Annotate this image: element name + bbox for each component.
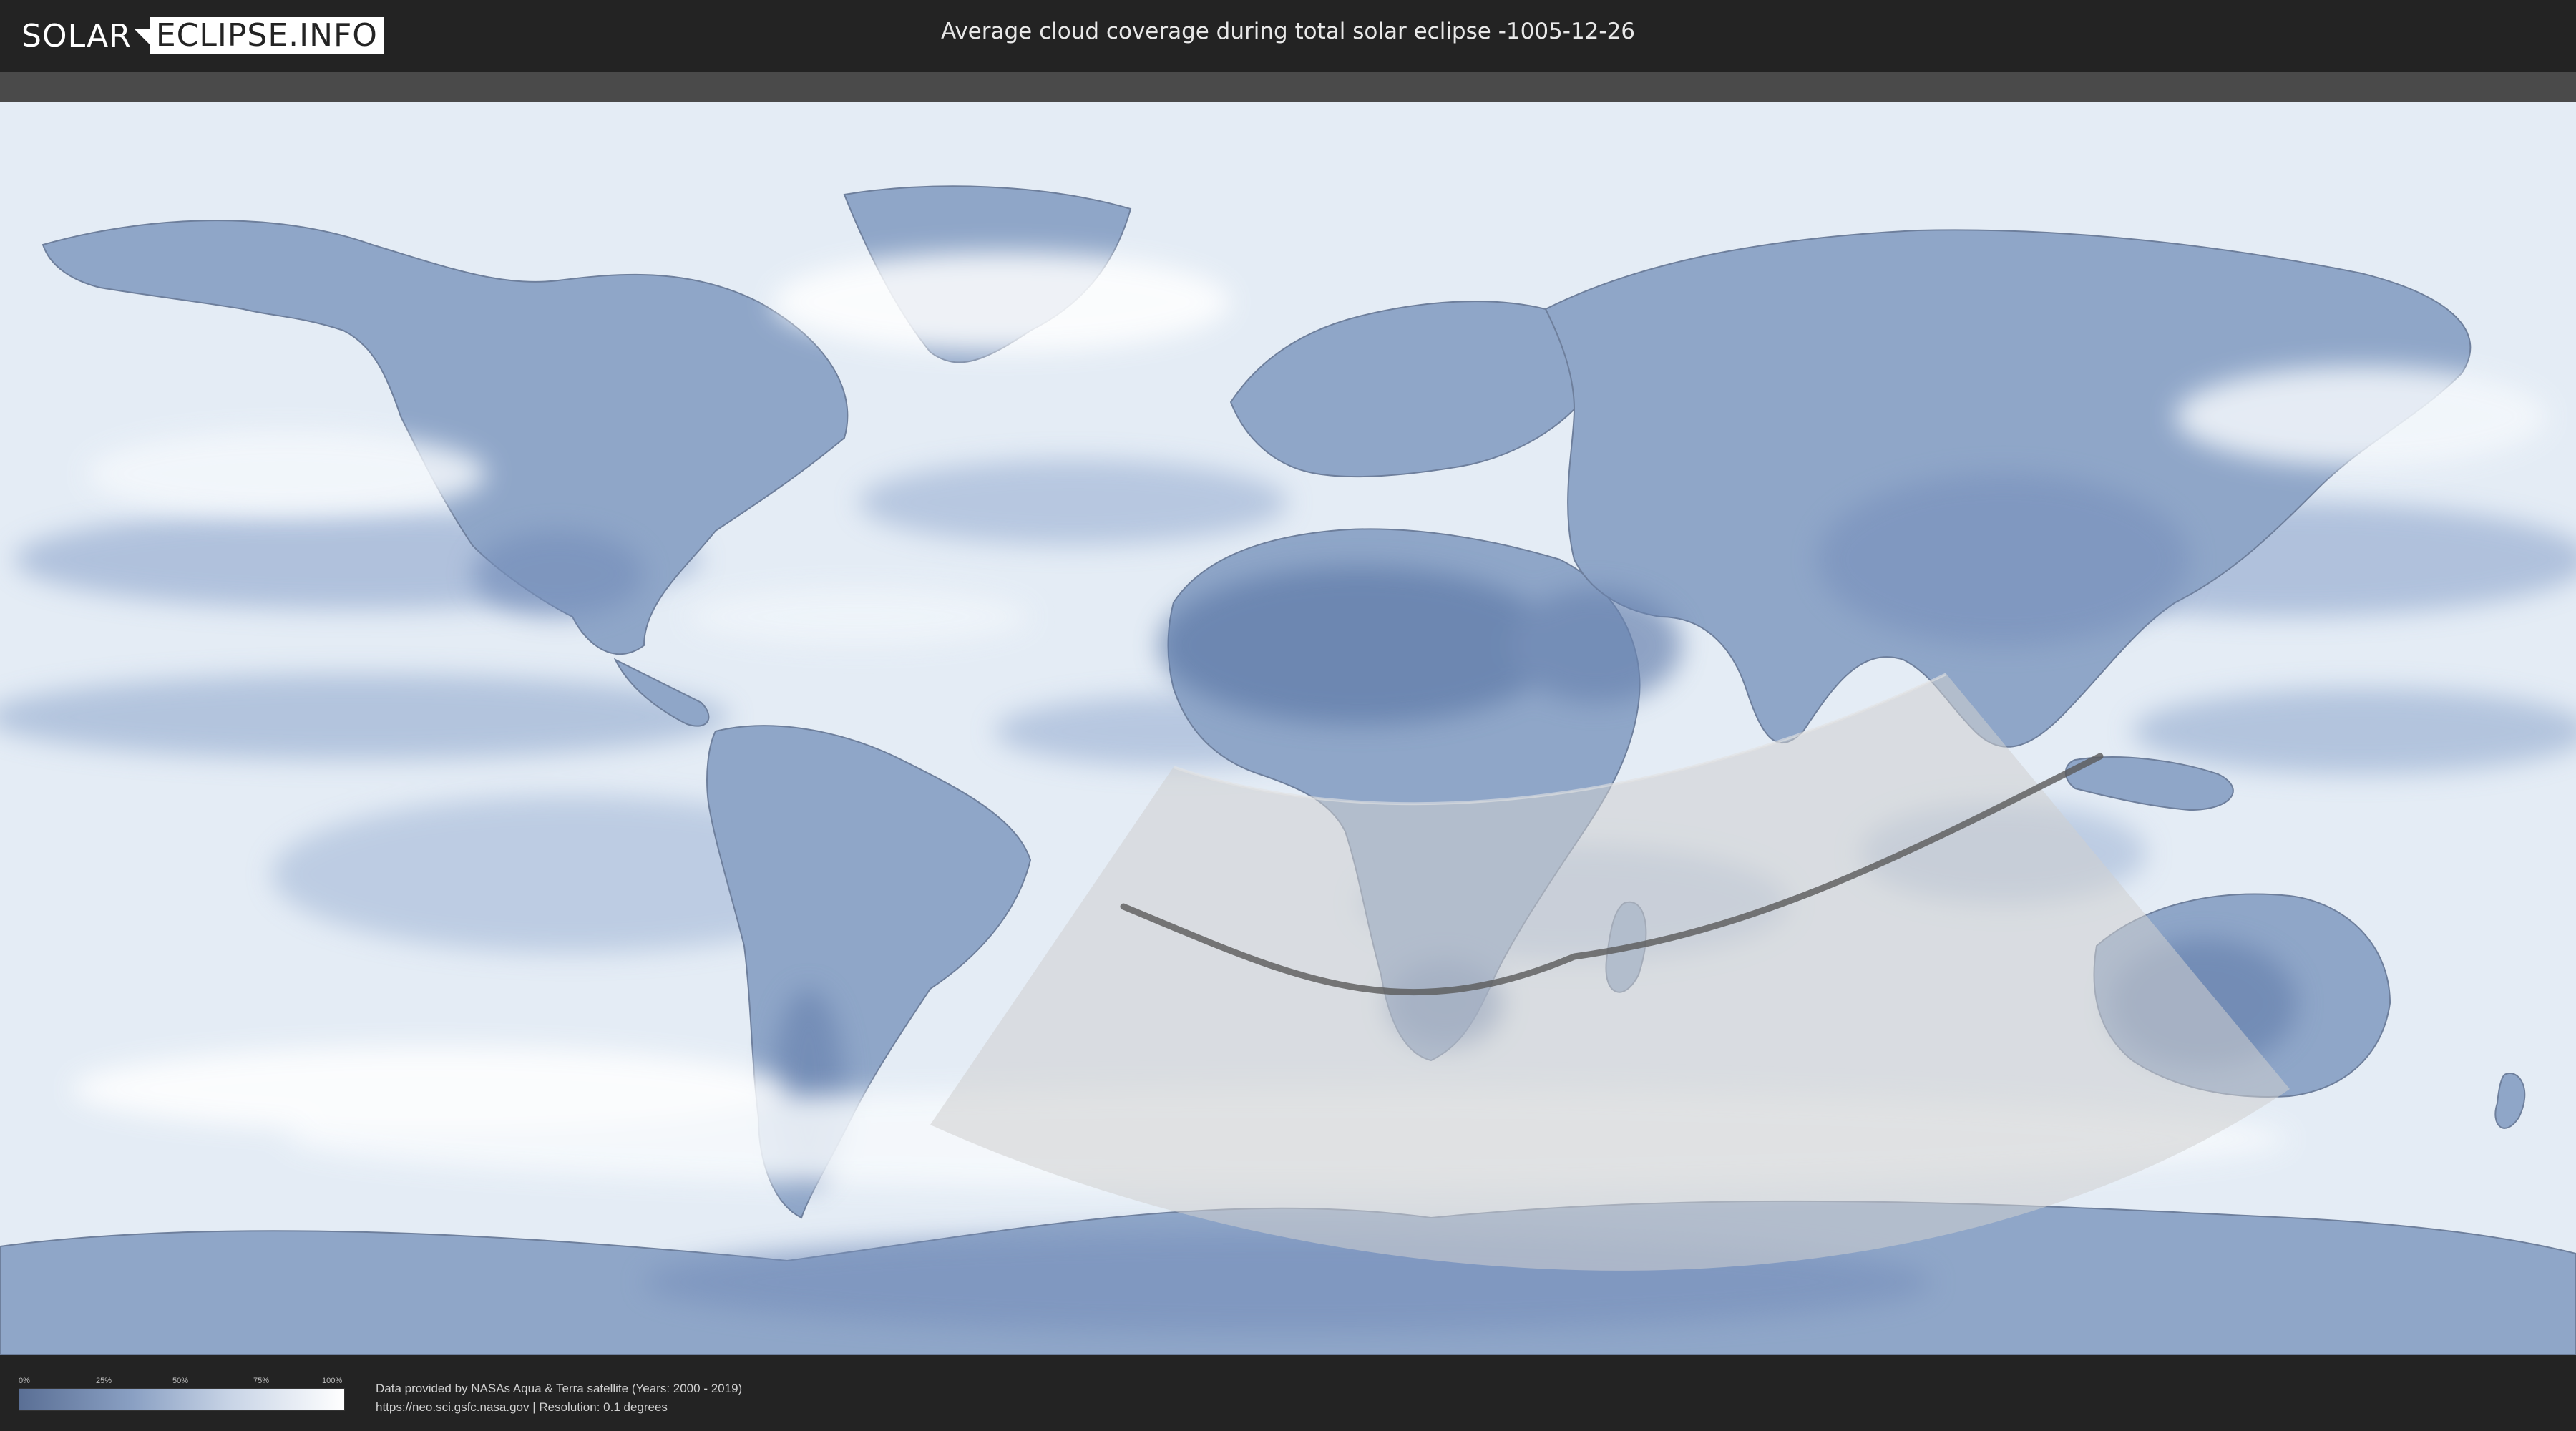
data-credits: Data provided by NASAs Aqua & Terra sate… [376,1379,742,1417]
cloud-cover-legend: 0% 25% 50% 75% 100% [19,1377,345,1411]
credit-line-source: Data provided by NASAs Aqua & Terra sate… [376,1382,743,1395]
header: SOLAR ◥ ECLIPSE.INFO Average cloud cover… [0,0,2576,72]
legend-color-bar [19,1388,345,1411]
toolbar-strip [0,72,2576,102]
map-svg [0,102,2576,1355]
legend-tick-50: 50% [172,1377,189,1385]
page-title: Average cloud coverage during total sola… [940,19,1636,44]
world-cloud-map[interactable] [0,102,2576,1355]
page: SOLAR ◥ ECLIPSE.INFO Average cloud cover… [0,0,2576,1431]
legend-tick-100: 100% [322,1377,343,1385]
legend-tick-0: 0% [19,1377,30,1385]
legend-ticks: 0% 25% 50% 75% 100% [19,1377,343,1388]
legend-tick-25: 25% [96,1377,112,1385]
legend-tick-75: 75% [253,1377,270,1385]
footer: 0% 25% 50% 75% 100% Data provided by NAS… [0,1359,2576,1431]
credit-line-url[interactable]: https://neo.sci.gsfc.nasa.gov | Resoluti… [376,1398,742,1417]
